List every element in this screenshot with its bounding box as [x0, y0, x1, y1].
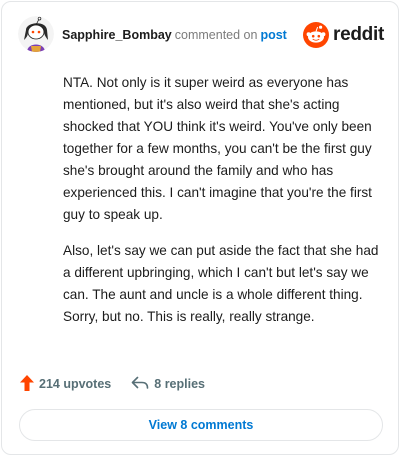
- post-link[interactable]: post: [260, 28, 286, 42]
- reply-arrow-icon: [131, 376, 149, 393]
- replies-button[interactable]: 8 replies: [131, 376, 205, 393]
- comment-footer: 214 upvotes 8 replies: [20, 374, 205, 394]
- reddit-brand[interactable]: reddit: [303, 20, 384, 50]
- brand-wordmark: reddit: [333, 24, 384, 45]
- comment-paragraph: NTA. Not only is it super weird as every…: [63, 75, 372, 222]
- reddit-logo-icon: [303, 22, 330, 48]
- upvote-arrow-icon: [20, 374, 34, 394]
- snoo-avatar-icon: [18, 16, 54, 52]
- byline: Sapphire_Bombay commented on post: [62, 27, 287, 43]
- upvote-count: 214 upvotes: [39, 377, 112, 391]
- comment-paragraph: Also, let's say we can put aside the fac…: [63, 243, 379, 324]
- upvote-button[interactable]: 214 upvotes: [20, 374, 112, 394]
- byline-action-text: commented on: [174, 28, 258, 42]
- username-link[interactable]: Sapphire_Bombay: [62, 28, 172, 42]
- view-comments-button[interactable]: View 8 comments: [19, 409, 383, 441]
- user-avatar[interactable]: [18, 16, 54, 52]
- comment-body: NTA. Not only is it super weird as every…: [63, 72, 389, 342]
- comment-card: Sapphire_Bombay commented on post reddit N…: [1, 1, 399, 455]
- reply-count: 8 replies: [154, 377, 205, 391]
- comment-header: Sapphire_Bombay commented on post reddit: [18, 16, 384, 54]
